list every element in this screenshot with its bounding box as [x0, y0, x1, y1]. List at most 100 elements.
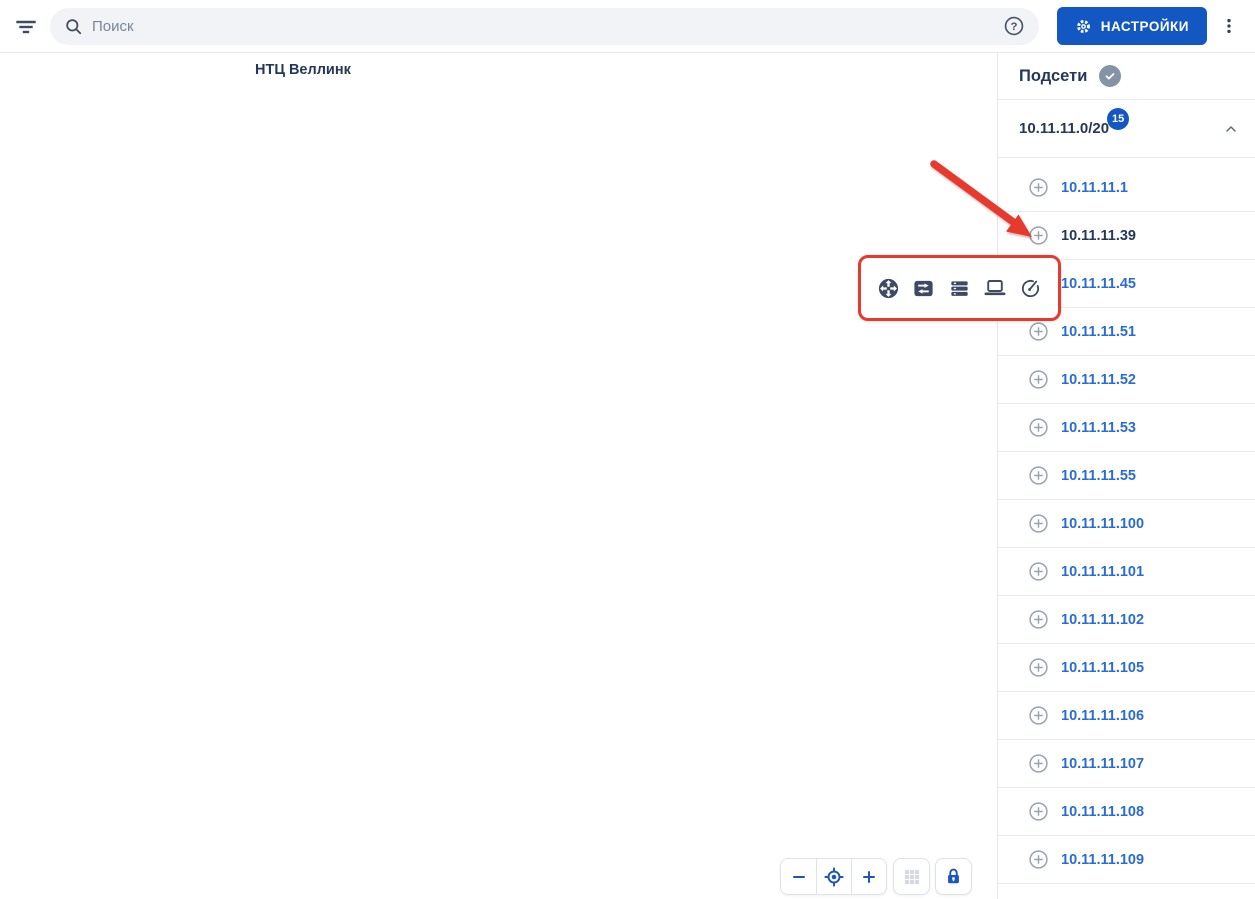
subnet-group-header[interactable]: 10.11.11.0/20 15 [998, 100, 1255, 158]
ip-link[interactable]: 10.11.11.53 [1061, 420, 1136, 436]
ip-row[interactable]: 10.11.11.109 [998, 836, 1255, 884]
subnet-count-badge: 15 [1107, 107, 1130, 130]
add-device-button[interactable] [1028, 609, 1049, 630]
ip-link[interactable]: 10.11.11.109 [1061, 852, 1144, 868]
add-device-button[interactable] [1028, 321, 1049, 342]
filter-button[interactable] [8, 8, 44, 44]
plus-circle-icon [1029, 226, 1048, 245]
laptop-button[interactable] [981, 274, 1009, 302]
plus-circle-icon [1029, 418, 1048, 437]
ip-row[interactable]: 10.11.11.107 [998, 740, 1255, 788]
ip-link[interactable]: 10.11.11.1 [1061, 180, 1128, 196]
ip-link[interactable]: 10.11.11.55 [1061, 468, 1136, 484]
help-icon: ? [1004, 16, 1023, 36]
ip-link[interactable]: 10.11.11.108 [1061, 804, 1144, 820]
plus-circle-icon [1029, 658, 1048, 677]
collapse-toggle[interactable] [1223, 121, 1239, 137]
ip-row[interactable]: 10.11.11.1 [998, 164, 1255, 212]
minus-icon [792, 875, 805, 878]
ip-row[interactable]: 10.11.11.100 [998, 500, 1255, 548]
lock-icon [948, 868, 959, 884]
app-root: ? НАСТРОЙКИ НТЦ Веллинк [0, 0, 1255, 899]
subnet-label: 10.11.11.0/20 [1019, 120, 1110, 137]
kebab-icon [1227, 18, 1231, 34]
plus-circle-icon [1029, 706, 1048, 725]
ip-row[interactable]: 10.11.11.108 [998, 788, 1255, 836]
plus-circle-icon [1029, 466, 1048, 485]
locate-icon [824, 866, 844, 887]
add-device-button[interactable] [1028, 465, 1049, 486]
ip-link[interactable]: 10.11.11.39 [1061, 228, 1136, 244]
router-icon [878, 278, 899, 298]
grid-toggle-button[interactable] [893, 858, 930, 895]
check-icon [1105, 73, 1115, 80]
plus-circle-icon [1029, 562, 1048, 581]
ip-row[interactable]: 10.11.11.55 [998, 452, 1255, 500]
ip-link[interactable]: 10.11.11.102 [1061, 612, 1144, 628]
ip-link[interactable]: 10.11.11.107 [1061, 756, 1144, 772]
plus-circle-icon [1029, 178, 1048, 197]
check-badge[interactable] [1099, 65, 1122, 87]
plus-circle-icon [1029, 850, 1048, 869]
search-bar[interactable]: ? [50, 7, 1039, 45]
gauge-button[interactable] [1017, 275, 1044, 302]
zoom-out-button[interactable] [781, 859, 816, 894]
ip-link[interactable]: 10.11.11.100 [1061, 516, 1144, 532]
map-canvas[interactable]: НТЦ Веллинк [0, 53, 997, 899]
add-device-button[interactable] [1028, 753, 1049, 774]
add-device-button[interactable] [1028, 417, 1049, 438]
plus-circle-icon [1029, 514, 1048, 533]
add-device-button[interactable] [1028, 657, 1049, 678]
ip-link[interactable]: 10.11.11.105 [1061, 660, 1144, 676]
switch-icon [914, 280, 933, 296]
zoom-controls [780, 858, 887, 895]
filter-icon [16, 20, 36, 34]
device-toolbar [858, 255, 1061, 321]
ip-link[interactable]: 10.11.11.101 [1061, 564, 1144, 580]
ip-link[interactable]: 10.11.11.106 [1061, 708, 1144, 724]
ip-row[interactable]: 10.11.11.102 [998, 596, 1255, 644]
switch-button[interactable] [910, 275, 937, 302]
settings-button[interactable]: НАСТРОЙКИ [1056, 7, 1207, 45]
help-button[interactable]: ? [1001, 13, 1027, 39]
plus-circle-icon [1029, 370, 1048, 389]
search-input[interactable] [92, 17, 1001, 35]
ip-link[interactable]: 10.11.11.51 [1061, 324, 1136, 340]
plus-circle-icon [1029, 754, 1048, 773]
svg-text:?: ? [1010, 21, 1017, 33]
add-device-button[interactable] [1028, 561, 1049, 582]
plus-circle-icon [1029, 322, 1048, 341]
ip-row[interactable]: 10.11.11.105 [998, 644, 1255, 692]
ip-row[interactable]: 10.11.11.52 [998, 356, 1255, 404]
kebab-menu-button[interactable] [1213, 9, 1245, 43]
ip-row[interactable]: 10.11.11.53 [998, 404, 1255, 452]
locate-button[interactable] [816, 859, 851, 894]
ip-link[interactable]: 10.11.11.52 [1061, 372, 1136, 388]
chevron-up-icon [1226, 125, 1236, 132]
ip-row[interactable]: 10.11.11.39 [998, 212, 1255, 260]
grid-icon [904, 869, 919, 884]
zoom-in-button[interactable] [851, 859, 886, 894]
ip-row[interactable]: 10.11.11.101 [998, 548, 1255, 596]
top-bar: ? НАСТРОЙКИ [0, 0, 1255, 53]
add-device-button[interactable] [1028, 369, 1049, 390]
add-device-button[interactable] [1028, 513, 1049, 534]
router-button[interactable] [875, 275, 902, 302]
map-node-label[interactable]: НТЦ Веллинк [255, 62, 351, 78]
add-device-button[interactable] [1028, 849, 1049, 870]
add-device-button[interactable] [1028, 225, 1049, 246]
lock-button[interactable] [935, 858, 972, 895]
ip-row[interactable]: 10.11.11.106 [998, 692, 1255, 740]
add-device-button[interactable] [1028, 705, 1049, 726]
add-device-button[interactable] [1028, 801, 1049, 822]
server-button[interactable] [946, 275, 973, 302]
panel-title: Подсети [1019, 66, 1088, 85]
plus-circle-icon [1029, 802, 1048, 821]
ip-link[interactable]: 10.11.11.45 [1061, 276, 1136, 292]
add-device-button[interactable] [1028, 177, 1049, 198]
laptop-icon [984, 280, 1006, 296]
panel-header: Подсети [998, 53, 1255, 100]
subnets-panel: Подсети 10.11.11.0/20 15 10.11.11.1 10.1… [997, 53, 1255, 899]
plus-icon [863, 870, 875, 883]
server-icon [950, 280, 968, 296]
